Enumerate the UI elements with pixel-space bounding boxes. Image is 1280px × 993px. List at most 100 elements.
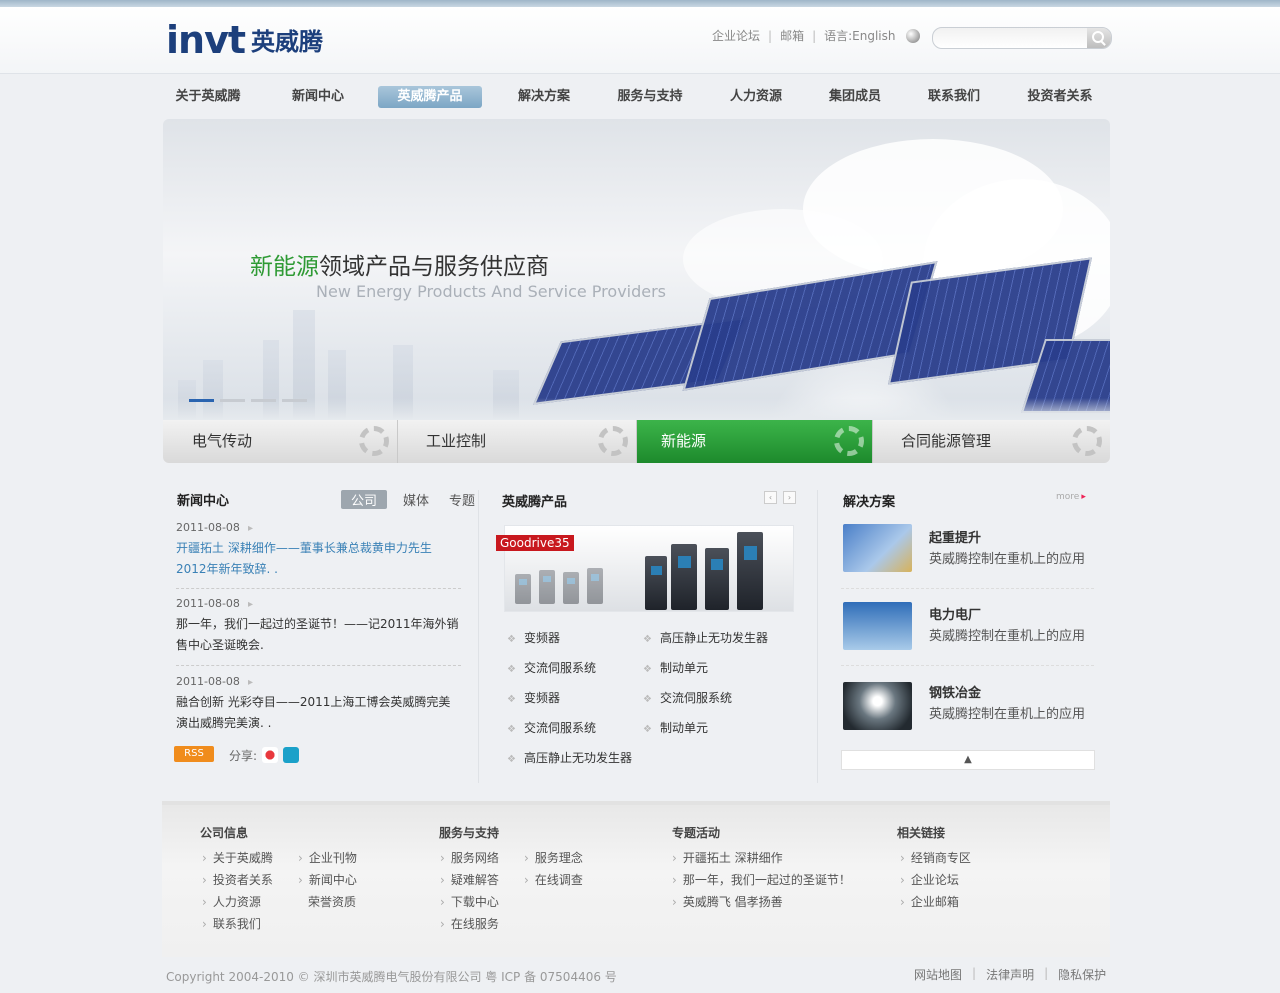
footer-link[interactable]: 在线服务 [440,915,499,932]
divider [841,588,1094,589]
news-date: 2011-08-08 [176,597,461,610]
solution-title[interactable]: 电力电厂 [929,604,981,623]
footer-link[interactable]: 关于英威腾 [202,849,273,866]
footer-link[interactable]: 服务网络 [440,849,499,866]
site-header: invt 英威腾 企业论坛 | 邮箱 | 语言:English [0,7,1280,74]
solution-desc: 英威腾控制在重机上的应用 [929,707,1086,722]
more-link[interactable]: more [1056,492,1086,502]
news-date: 2011-08-08 [176,675,461,688]
crane-image[interactable] [843,524,912,572]
tab-company[interactable]: 公司 [341,490,388,509]
tab-topics[interactable]: 专题 [445,490,479,509]
rss-button[interactable]: RSS [174,746,214,762]
banner-subtitle: New Energy Products And Service Provider… [316,282,667,301]
tab-media[interactable]: 媒体 [399,490,433,509]
gear-icon [598,426,628,456]
footer-link[interactable]: 服务理念 [524,849,583,866]
footer-link[interactable]: 在线调查 [524,871,583,888]
nav-contact[interactable]: 联系我们 [910,86,998,108]
product-link[interactable]: 高压静止无功发生器 [507,749,632,766]
solution-title[interactable]: 钢铁冶金 [929,682,981,701]
footer-link[interactable]: 联系我们 [202,915,261,932]
globe-icon[interactable] [905,28,920,43]
cat-energy-management[interactable]: 合同能源管理 [873,420,1110,463]
news-text[interactable]: 开疆拓土 深耕细作——董事长兼总裁黄申力先生2012年新年致辞. . [176,538,461,580]
nav-group[interactable]: 集团成员 [810,86,900,108]
product-link[interactable]: 变频器 [507,689,560,706]
cat-industrial-control[interactable]: 工业控制 [398,420,637,463]
forum-link[interactable]: 企业论坛 [712,27,760,44]
privacy-link[interactable]: 隐私保护 [1058,966,1106,983]
slide-dot-3[interactable] [251,399,276,402]
footer-heading: 相关链接 [897,826,946,840]
news-text[interactable]: 那一年，我们一起过的圣诞节！——记2011年海外销售中心圣诞晚会. [176,614,461,656]
footer-link[interactable]: 下载中心 [440,893,499,910]
footer-link[interactable]: 疑难解答 [440,871,499,888]
product-link[interactable]: 高压静止无功发生器 [643,629,768,646]
slide-dot-2[interactable] [220,399,245,402]
inverter-image [587,568,603,604]
footer-link[interactable]: 经销商专区 [900,849,971,866]
legal-link[interactable]: 法律声明 [986,966,1034,983]
bottom-links: 网站地图 | 法律声明 | 隐私保护 [914,966,1106,983]
footer-link[interactable]: 投资者关系 [202,871,273,888]
list-item[interactable]: 2011-08-08 那一年，我们一起过的圣诞节！——记2011年海外销售中心圣… [176,597,461,656]
news-tabs: 公司 媒体 专题 [341,490,479,509]
nav-investors[interactable]: 投资者关系 [1012,86,1108,108]
product-link[interactable]: 制动单元 [643,659,708,676]
product-link[interactable]: 变频器 [507,629,560,646]
search-input[interactable] [933,31,1099,48]
footer-link[interactable]: 企业邮箱 [900,893,959,910]
footer-link[interactable]: 企业刊物 [298,849,357,866]
nav-news[interactable]: 新闻中心 [272,86,364,108]
product-link[interactable]: 交流伺服系统 [507,659,596,676]
column-divider [478,490,479,783]
inverter-image [645,556,667,610]
search-button[interactable] [1087,28,1111,48]
list-item[interactable]: 2011-08-08 融合创新 光彩夺目——2011上海工博会英威腾完美演出威腾… [176,675,461,734]
slide-dot-1[interactable] [189,399,214,402]
footer-link[interactable]: 那一年，我们一起过的圣诞节！ [672,871,851,888]
nav-solutions[interactable]: 解决方案 [498,86,590,108]
windmill-image[interactable] [843,602,912,650]
news-text[interactable]: 融合创新 光彩夺目——2011上海工博会英威腾完美演出威腾完美演. . [176,692,461,734]
product-link[interactable]: 制动单元 [643,719,708,736]
footer-link[interactable]: 人力资源 [202,893,261,910]
cat-new-energy[interactable]: 新能源 [637,420,873,463]
footer-heading: 服务与支持 [439,826,500,840]
prev-arrow-icon[interactable]: ‹ [764,491,777,504]
sitemap-link[interactable]: 网站地图 [914,966,962,983]
news-date: 2011-08-08 [176,521,461,534]
qzone-icon[interactable] [283,747,299,763]
products-title: 英威腾产品 [502,495,568,510]
category-tabs: 电气传动 工业控制 新能源 合同能源管理 [163,420,1110,463]
recycle-icon [1072,426,1102,456]
nav-service[interactable]: 服务与支持 [602,86,698,108]
inverter-image [539,570,555,604]
hero-banner[interactable]: 新能源领域产品与服务供应商 New Energy Products And Se… [163,119,1110,420]
product-link[interactable]: 交流伺服系统 [643,689,732,706]
logo[interactable]: invt 英威腾 [166,19,323,59]
steel-image[interactable] [843,682,912,730]
collapse-button[interactable]: ▲ [841,750,1095,770]
solutions-title: 解决方案 [843,495,896,510]
nav-products[interactable]: 英威腾产品 [378,86,482,108]
cat-electric-drive[interactable]: 电气传动 [163,420,398,463]
cat-label: 合同能源管理 [901,432,992,450]
solution-title[interactable]: 起重提升 [929,527,981,546]
language-link[interactable]: 语言:English [824,27,895,44]
footer-link[interactable]: 新闻中心 [298,871,357,888]
nav-about[interactable]: 关于英威腾 [162,86,254,108]
footer-link[interactable]: 企业论坛 [900,871,959,888]
weibo-icon[interactable] [262,747,278,763]
footer-link[interactable]: 英威腾飞 倡孝扬善 [672,893,783,910]
next-arrow-icon[interactable]: › [783,491,796,504]
nav-hr[interactable]: 人力资源 [710,86,802,108]
footer-link[interactable]: 开疆拓土 深耕细作 [672,849,783,866]
mail-link[interactable]: 邮箱 [780,27,804,44]
slide-dot-4[interactable] [282,399,307,402]
logo-cn: 英威腾 [251,28,324,56]
list-item[interactable]: 2011-08-08 开疆拓土 深耕细作——董事长兼总裁黄申力先生2012年新年… [176,521,461,580]
footer-link[interactable]: 荣誉资质 [308,893,356,910]
product-link[interactable]: 交流伺服系统 [507,719,596,736]
